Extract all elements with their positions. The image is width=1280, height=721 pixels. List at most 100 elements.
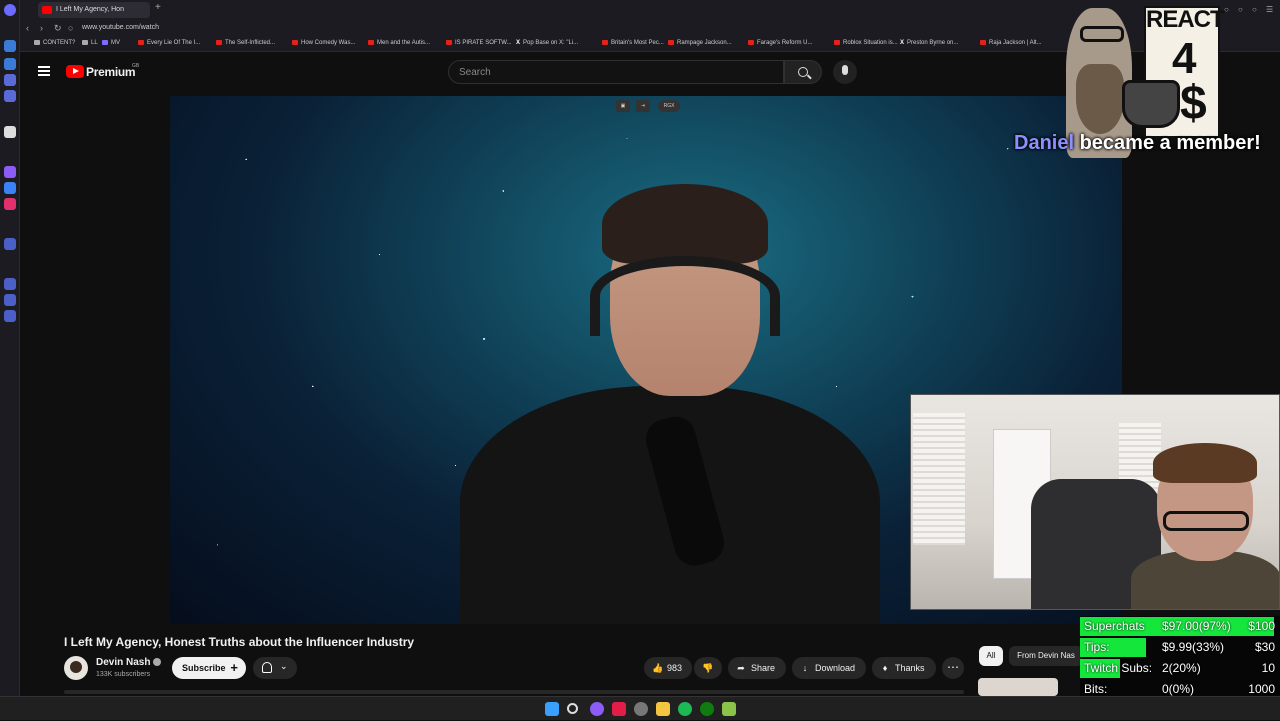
channel-avatar[interactable] bbox=[64, 656, 88, 680]
chip-all[interactable]: All bbox=[979, 646, 1003, 666]
security-icon[interactable]: ○ bbox=[68, 23, 73, 33]
share-icon: ➦ bbox=[737, 663, 745, 673]
windows-taskbar bbox=[0, 696, 1280, 720]
channel-name[interactable]: Devin Nash bbox=[96, 657, 162, 668]
history-icon[interactable] bbox=[4, 278, 16, 290]
logo-region: GB bbox=[132, 63, 140, 69]
goal-label: Twitch Subs: bbox=[1084, 661, 1153, 675]
sidebar-app-icon[interactable] bbox=[4, 40, 16, 52]
instagram-icon[interactable] bbox=[4, 198, 16, 210]
sidebar-app-icon[interactable] bbox=[4, 182, 16, 194]
windows-start-icon[interactable] bbox=[545, 702, 559, 716]
bookmark-item[interactable]: Farage's Reform U... bbox=[748, 40, 813, 46]
reload-icon[interactable]: ↻ bbox=[54, 23, 62, 34]
subscribe-button[interactable]: Subscribe + bbox=[172, 657, 246, 679]
bookmark-item[interactable]: Raja Jackson | Alt... bbox=[980, 40, 1042, 46]
thumbs-up-icon: 👍 bbox=[652, 663, 664, 673]
goal-row: Superchats $97.00(97%) $100 bbox=[1080, 616, 1280, 637]
voice-search-icon[interactable] bbox=[833, 60, 857, 84]
settings-icon[interactable] bbox=[4, 310, 16, 322]
bookmark-item[interactable]: Britain's Most Pec... bbox=[602, 40, 664, 46]
goal-label: Bits: bbox=[1084, 682, 1108, 696]
obs-icon[interactable] bbox=[634, 702, 648, 716]
search-button[interactable] bbox=[784, 60, 822, 84]
browser-app-icon[interactable] bbox=[590, 702, 604, 716]
bookmark-item[interactable]: Every Lie Of The I... bbox=[138, 40, 200, 46]
bookmark-item[interactable]: IS PIRATE SOFTW... bbox=[446, 40, 512, 46]
member-username: Daniel bbox=[1014, 132, 1075, 154]
thumbs-down-icon: 👎 bbox=[702, 663, 714, 673]
search-icon bbox=[798, 67, 808, 77]
more-actions-icon[interactable]: ⋯ bbox=[942, 657, 964, 679]
search-icon[interactable] bbox=[567, 703, 578, 714]
bookmark-item[interactable]: X Preston Byrne on... bbox=[900, 40, 958, 46]
bookmark-label: Pop Base on X: "Li... bbox=[523, 40, 579, 46]
bookmark-item[interactable]: X Pop Base on X: "Li... bbox=[516, 40, 578, 46]
search-input[interactable]: Search bbox=[448, 60, 784, 84]
streamer-hair bbox=[1153, 443, 1257, 483]
bookmark-item[interactable]: Rampage Jackson... bbox=[668, 40, 732, 46]
goal-target: 1000 bbox=[1248, 682, 1275, 696]
extension-icon[interactable]: ○ bbox=[1224, 5, 1229, 14]
bookmark-item[interactable]: LL bbox=[82, 40, 98, 46]
youtube-favicon-icon bbox=[292, 40, 298, 45]
streamer-webcam bbox=[910, 394, 1280, 610]
goal-target: $30 bbox=[1254, 640, 1275, 654]
thanks-button[interactable]: ♦ Thanks bbox=[872, 657, 936, 679]
sidebar-app-icon[interactable] bbox=[4, 126, 16, 138]
browser-tab[interactable]: I Left My Agency, Hon bbox=[38, 2, 150, 18]
bookmark-label: Men and the Autis... bbox=[377, 40, 431, 47]
app-icon[interactable] bbox=[722, 702, 736, 716]
miniplayer-icon[interactable]: ▣ bbox=[616, 100, 630, 112]
bookmark-label: IS PIRATE SOFTW... bbox=[455, 40, 512, 47]
messenger-icon[interactable] bbox=[4, 166, 16, 178]
bookmark-item[interactable]: CONTENT? bbox=[34, 40, 75, 46]
back-icon[interactable]: ‹ bbox=[26, 23, 29, 33]
chevron-down-icon: ⌄ bbox=[280, 661, 288, 671]
bookmark-item[interactable]: The Self-Inflicted... bbox=[216, 40, 275, 46]
chip-from-channel[interactable]: From Devin Nas bbox=[1009, 646, 1083, 666]
video-title: I Left My Agency, Honest Truths about th… bbox=[64, 635, 415, 649]
new-tab-button[interactable]: + bbox=[155, 2, 161, 13]
exit-icon[interactable]: ⇥ bbox=[636, 100, 650, 112]
sidebar-app-icon[interactable] bbox=[4, 74, 16, 86]
related-video-thumbnail[interactable] bbox=[978, 678, 1058, 696]
notification-bell-button[interactable]: ⌄ bbox=[253, 657, 297, 679]
like-button[interactable]: 👍 983 bbox=[644, 657, 692, 679]
sidebar-app-icon[interactable] bbox=[4, 90, 16, 102]
goal-row: Twitch Subs: 2(20%) 10 bbox=[1080, 658, 1280, 679]
spotify-icon[interactable] bbox=[678, 702, 692, 716]
bookmark-item[interactable]: How Comedy Was... bbox=[292, 40, 355, 46]
sidebar-app-icon[interactable] bbox=[4, 58, 16, 70]
bookmark-item[interactable]: MV bbox=[102, 40, 120, 46]
extension-icon[interactable]: ○ bbox=[1252, 5, 1257, 14]
menu-icon[interactable]: ☰ bbox=[1266, 5, 1273, 14]
hamburger-menu-icon[interactable] bbox=[38, 66, 50, 76]
file-explorer-icon[interactable] bbox=[656, 702, 670, 716]
window-blinds bbox=[913, 413, 965, 545]
dislike-button[interactable]: 👎 bbox=[694, 657, 722, 679]
react-dollar: $ bbox=[1180, 77, 1207, 130]
youtube-logo-text[interactable]: Premium bbox=[86, 65, 136, 79]
bookmark-item[interactable]: Roblox Situation is... bbox=[834, 40, 898, 46]
xbox-icon[interactable] bbox=[700, 702, 714, 716]
sidebar-app-icon[interactable] bbox=[4, 238, 16, 250]
rgx-extension-button[interactable]: RGX bbox=[658, 100, 680, 112]
youtube-favicon-icon bbox=[138, 40, 144, 45]
sidebar-app-icon[interactable] bbox=[4, 294, 16, 306]
browser-logo-icon[interactable] bbox=[4, 4, 16, 16]
url-field[interactable]: www.youtube.com/watch bbox=[82, 24, 159, 31]
share-button[interactable]: ➦ Share bbox=[728, 657, 786, 679]
bookmark-label: Roblox Situation is... bbox=[843, 40, 898, 47]
goal-value: $9.99(33%) bbox=[1162, 640, 1225, 654]
streamer-glasses bbox=[1163, 511, 1249, 531]
forward-icon[interactable]: › bbox=[40, 23, 43, 33]
extension-icon[interactable]: ○ bbox=[1238, 5, 1243, 14]
opera-gx-icon[interactable] bbox=[612, 702, 626, 716]
bookmark-item[interactable]: Men and the Autis... bbox=[368, 40, 430, 46]
youtube-logo-icon[interactable] bbox=[66, 65, 84, 78]
download-button[interactable]: ↓ Download bbox=[792, 657, 866, 679]
browser-sidebar bbox=[0, 0, 20, 696]
x-icon: X bbox=[900, 40, 905, 46]
bookmark-label: MV bbox=[111, 40, 120, 47]
